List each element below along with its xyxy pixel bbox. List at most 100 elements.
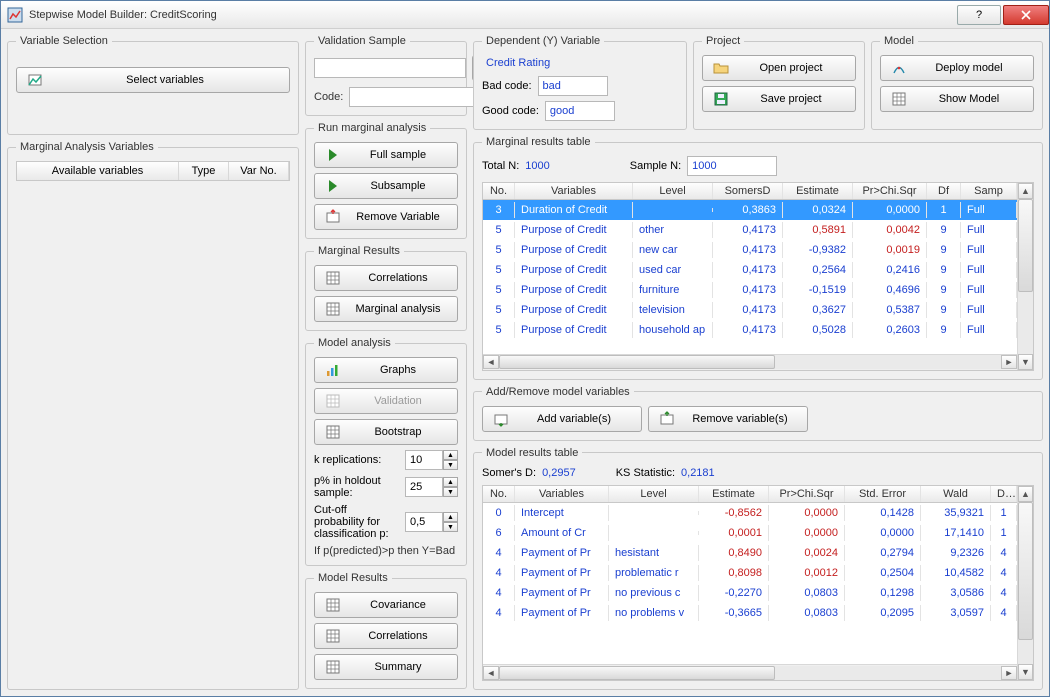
close-button[interactable]	[1003, 5, 1049, 25]
dependent-var-group: Dependent (Y) Variable Credit Rating Bad…	[473, 35, 687, 130]
play-icon	[325, 147, 341, 163]
table-row[interactable]: 4Payment of Prhesistant0,84900,00240,279…	[483, 543, 1017, 563]
table-row[interactable]: 5Purpose of Creditother0,41730,58910,004…	[483, 220, 1017, 240]
cutoff-input[interactable]	[405, 512, 443, 532]
phold-input[interactable]	[405, 477, 443, 497]
variable-selection-legend: Variable Selection	[16, 35, 112, 47]
add-remove-group: Add/Remove model variables Add variable(…	[473, 386, 1043, 441]
krep-spinner[interactable]: ▲▼	[405, 450, 458, 470]
remove-variables-button[interactable]: Remove variable(s)	[648, 406, 808, 432]
table-row[interactable]: 5Purpose of Credittelevision0,41730,3627…	[483, 300, 1017, 320]
table-row[interactable]: 4Payment of Prproblematic r0,80980,00120…	[483, 563, 1017, 583]
app-icon	[7, 7, 23, 23]
model-group: Model Deploy model Show Model	[871, 35, 1043, 130]
spin-up-icon[interactable]: ▲	[443, 477, 458, 487]
table-row[interactable]: 3Duration of Credit0,38630,03240,00001Fu…	[483, 200, 1017, 220]
spin-up-icon[interactable]: ▲	[443, 450, 458, 460]
select-variables-icon	[27, 72, 43, 88]
h-scrollbar[interactable]: ◄ ►	[483, 664, 1017, 680]
validation-file-input[interactable]	[314, 58, 466, 78]
marginal-results-legend: Marginal Results	[314, 245, 404, 257]
marginal-table[interactable]: No. Variables Level SomersD Estimate Pr>…	[482, 182, 1034, 371]
table-row[interactable]: 5Purpose of Credithousehold ap0,41730,50…	[483, 320, 1017, 340]
krep-input[interactable]	[405, 450, 443, 470]
model-table-body[interactable]: 0Intercept-0,85620,00000,142835,932116Am…	[483, 503, 1017, 665]
scroll-up-icon[interactable]: ▲	[1018, 183, 1033, 199]
model-table-legend: Model results table	[482, 447, 582, 459]
scroll-right-icon[interactable]: ►	[1001, 666, 1017, 680]
table-row[interactable]: 0Intercept-0,85620,00000,142835,93211	[483, 503, 1017, 523]
v-scrollbar[interactable]: ▲ ▼	[1017, 486, 1033, 681]
correlations-button[interactable]: Correlations	[314, 265, 458, 291]
remove-icon	[659, 411, 675, 427]
cutoff-spinner[interactable]: ▲▼	[405, 512, 458, 532]
h-scrollbar[interactable]: ◄ ►	[483, 354, 1017, 370]
scroll-left-icon[interactable]: ◄	[483, 666, 499, 680]
grid-icon	[325, 628, 341, 644]
scroll-left-icon[interactable]: ◄	[483, 355, 499, 369]
graphs-button[interactable]: Graphs	[314, 357, 458, 383]
good-code-label: Good code:	[482, 105, 539, 117]
spin-up-icon[interactable]: ▲	[443, 512, 458, 522]
covariance-button[interactable]: Covariance	[314, 592, 458, 618]
table-row[interactable]: 4Payment of Prno problems v-0,36650,0803…	[483, 603, 1017, 623]
full-sample-button[interactable]: Full sample	[314, 142, 458, 168]
show-model-button[interactable]: Show Model	[880, 86, 1034, 112]
add-remove-legend: Add/Remove model variables	[482, 386, 634, 398]
select-variables-button[interactable]: Select variables	[16, 67, 290, 93]
table-row[interactable]: 4Payment of Prno previous c-0,22700,0803…	[483, 583, 1017, 603]
help-button[interactable]: ?	[957, 5, 1001, 25]
scroll-down-icon[interactable]: ▼	[1018, 664, 1033, 680]
scroll-right-icon[interactable]: ►	[1001, 355, 1017, 369]
rule-text: If p(predicted)>p then Y=Bad	[314, 545, 458, 557]
sample-n-label: Sample N:	[630, 160, 681, 172]
correlations2-button[interactable]: Correlations	[314, 623, 458, 649]
v-scrollbar[interactable]: ▲ ▼	[1017, 183, 1033, 370]
table-row[interactable]: 5Purpose of Creditnew car0,4173-0,93820,…	[483, 240, 1017, 260]
deploy-model-button[interactable]: Deploy model	[880, 55, 1034, 81]
model-table[interactable]: No. Variables Level Estimate Pr>Chi.Sqr …	[482, 485, 1034, 682]
table-row[interactable]: 5Purpose of Creditused car0,41730,25640,…	[483, 260, 1017, 280]
remove-icon	[325, 209, 341, 225]
spin-down-icon[interactable]: ▼	[443, 460, 458, 470]
ks-label: KS Statistic:	[616, 467, 675, 479]
add-variables-button[interactable]: Add variable(s)	[482, 406, 642, 432]
model-results-group: Model Results Covariance Correlations Su…	[305, 572, 467, 689]
subsample-button[interactable]: Subsample	[314, 173, 458, 199]
app-window: Stepwise Model Builder: CreditScoring ? …	[0, 0, 1050, 697]
scroll-down-icon[interactable]: ▼	[1018, 354, 1033, 370]
bad-code-label: Bad code:	[482, 80, 532, 92]
open-project-button[interactable]: Open project	[702, 55, 856, 81]
scroll-up-icon[interactable]: ▲	[1018, 486, 1033, 502]
bootstrap-button[interactable]: Bootstrap	[314, 419, 458, 445]
grid-icon	[325, 597, 341, 613]
table-row[interactable]: 5Purpose of Creditfurniture0,4173-0,1519…	[483, 280, 1017, 300]
model-legend: Model	[880, 35, 918, 47]
save-icon	[713, 91, 729, 107]
marginal-vars-col-varno: Var No.	[229, 162, 289, 180]
run-marginal-legend: Run marginal analysis	[314, 122, 430, 134]
table-row[interactable]: 6Amount of Cr0,00010,00000,000017,14101	[483, 523, 1017, 543]
marginal-analysis-button[interactable]: Marginal analysis	[314, 296, 458, 322]
ks-value: 0,2181	[681, 467, 715, 479]
chart-icon	[325, 362, 341, 378]
dependent-var-name: Credit Rating	[482, 55, 678, 71]
grid-icon	[325, 424, 341, 440]
marginal-vars-group: Marginal Analysis Variables Available va…	[7, 141, 299, 690]
sample-n-input[interactable]	[687, 156, 777, 176]
bad-code-input[interactable]	[538, 76, 608, 96]
summary-button[interactable]: Summary	[314, 654, 458, 680]
grid-icon	[325, 301, 341, 317]
marginal-results-group: Marginal Results Correlations Marginal a…	[305, 245, 467, 331]
spin-down-icon[interactable]: ▼	[443, 487, 458, 497]
phold-spinner[interactable]: ▲▼	[405, 477, 458, 497]
spin-down-icon[interactable]: ▼	[443, 522, 458, 532]
remove-variable-button[interactable]: Remove Variable	[314, 204, 458, 230]
marginal-vars-body[interactable]	[16, 181, 290, 681]
window-title: Stepwise Model Builder: CreditScoring	[29, 9, 955, 21]
good-code-input[interactable]	[545, 101, 615, 121]
save-project-button[interactable]: Save project	[702, 86, 856, 112]
marginal-table-body[interactable]: 3Duration of Credit0,38630,03240,00001Fu…	[483, 200, 1017, 354]
validation-button[interactable]: Validation	[314, 388, 458, 414]
add-icon	[493, 411, 509, 427]
